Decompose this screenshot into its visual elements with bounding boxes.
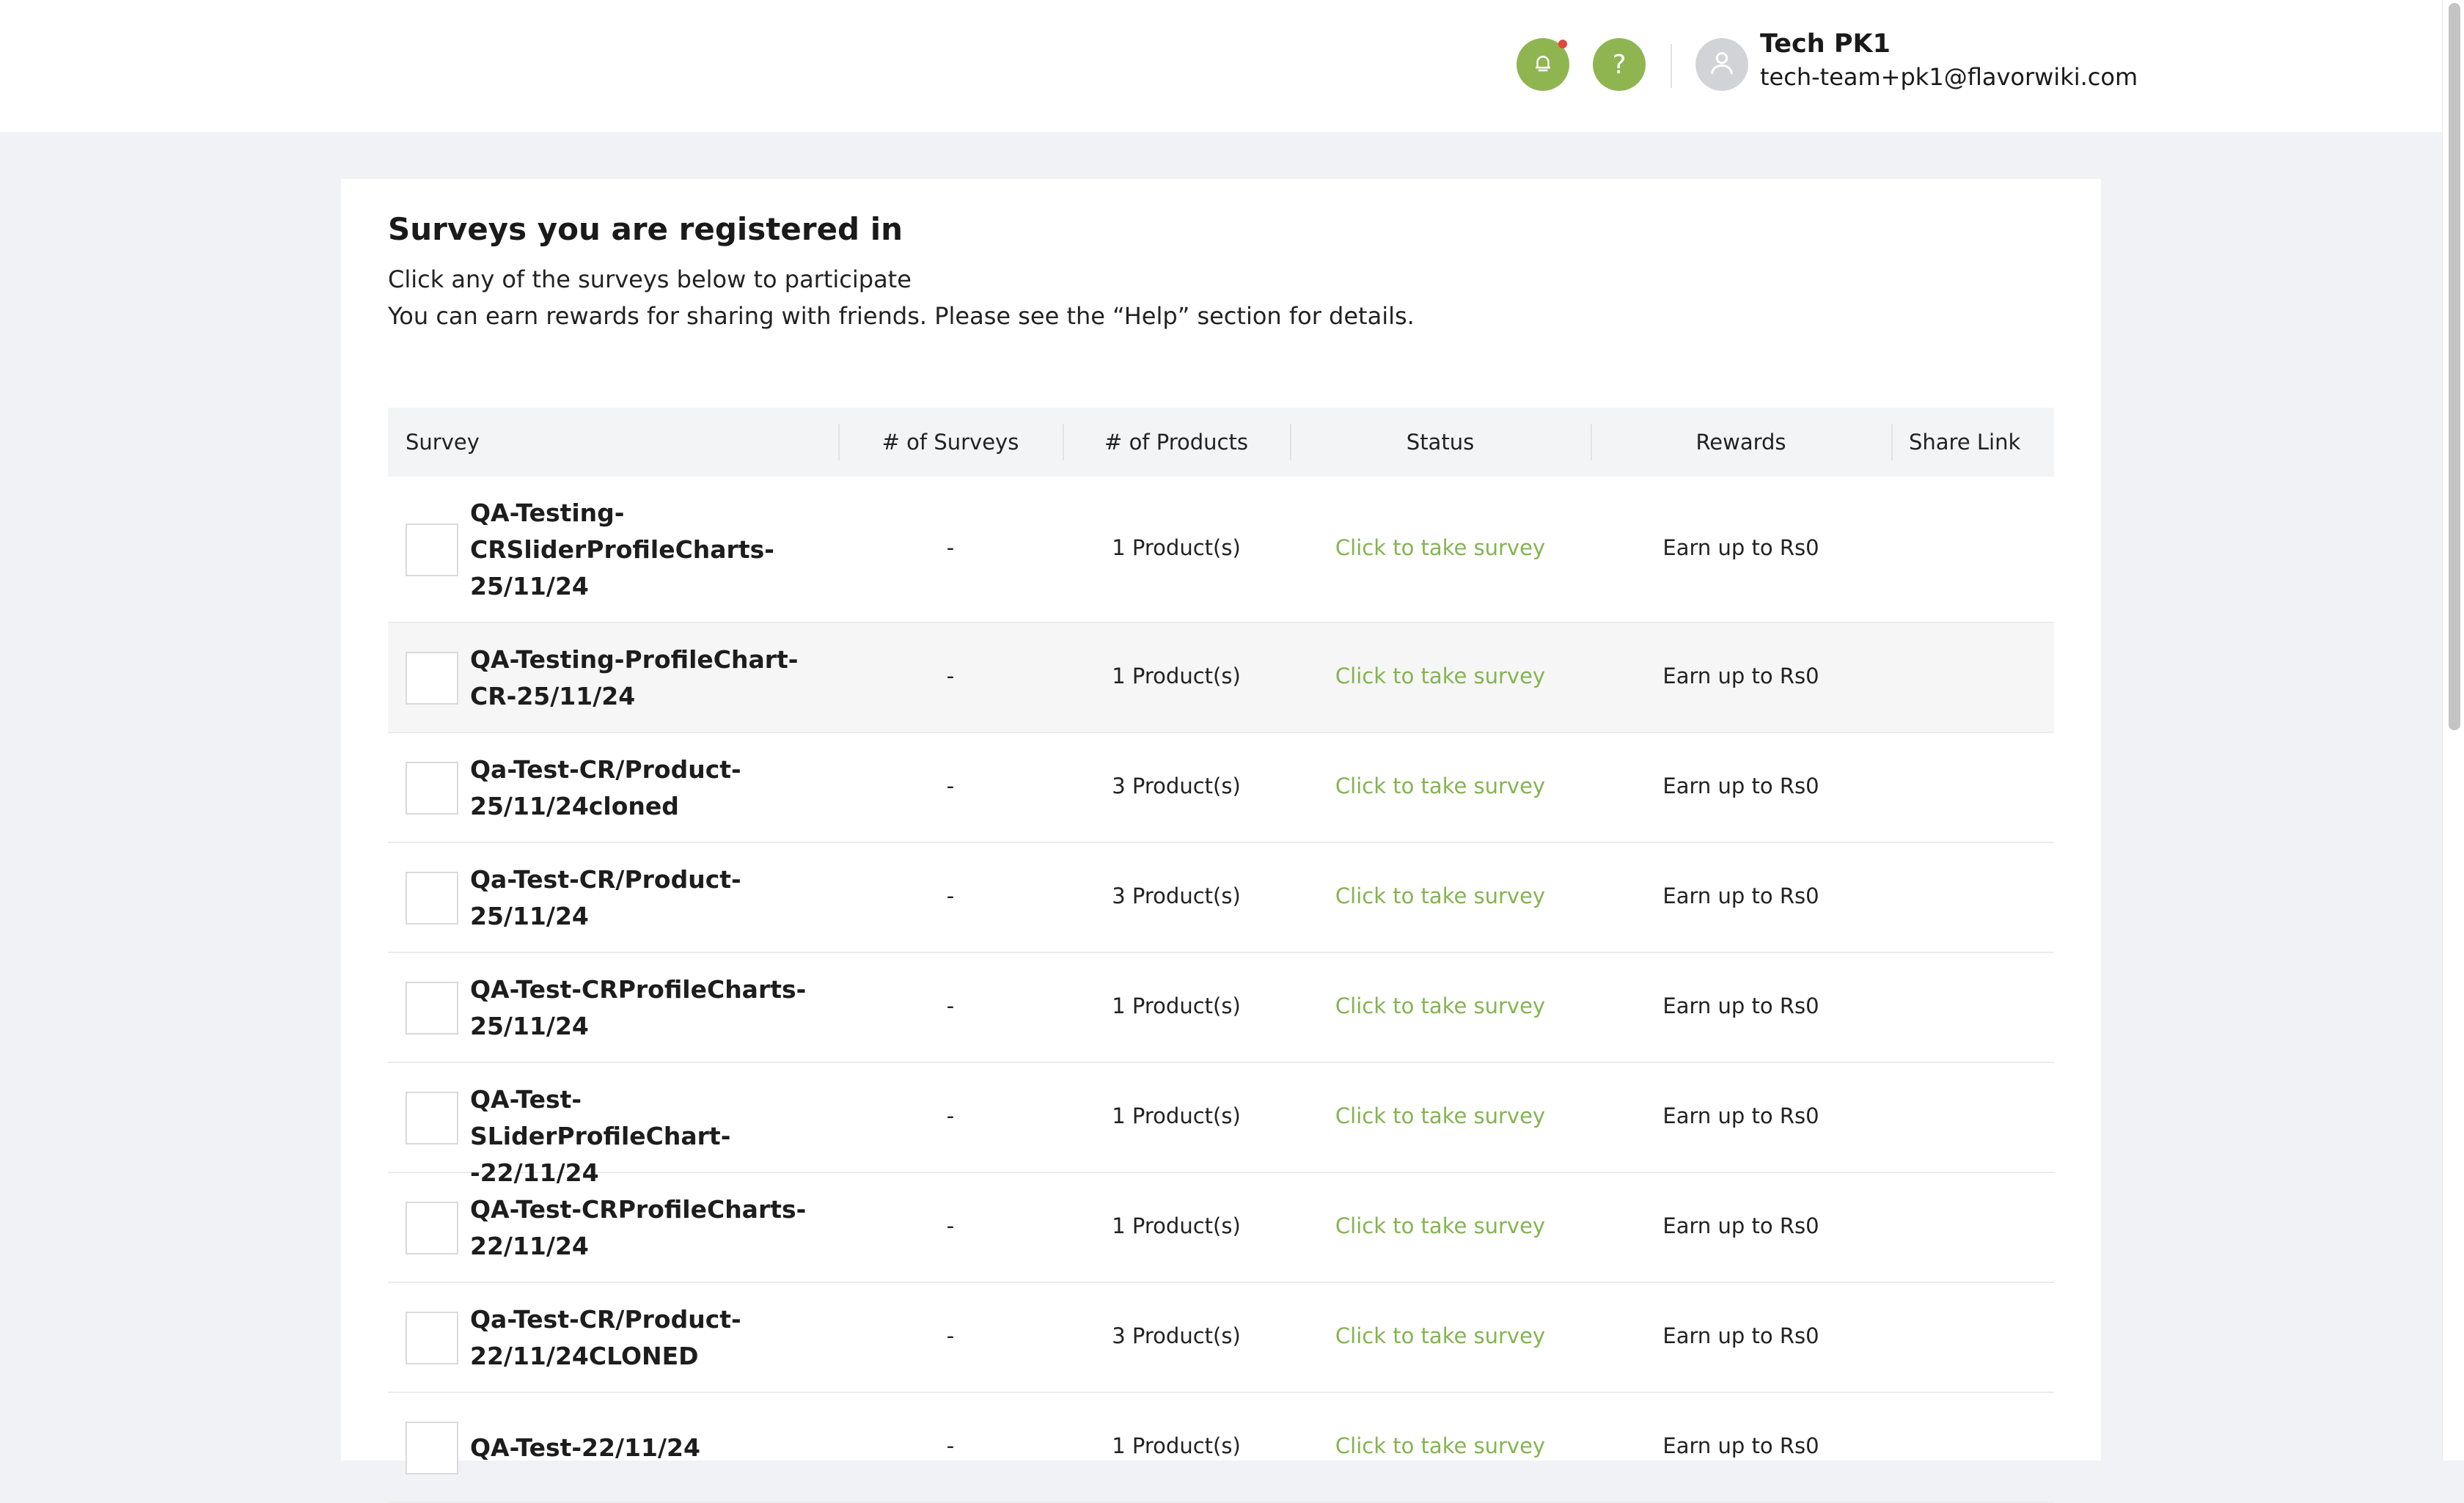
surveys-count: - — [946, 535, 955, 560]
take-survey-link[interactable]: Click to take survey — [1335, 535, 1545, 560]
col-share-link: Share Link — [1909, 430, 2021, 455]
take-survey-link[interactable]: Click to take survey — [1335, 993, 1545, 1018]
surveys-count: - — [946, 1213, 955, 1238]
survey-thumbnail[interactable] — [406, 1312, 458, 1364]
survey-thumbnail[interactable] — [406, 1092, 458, 1144]
user-name: Tech PK1 — [1760, 29, 1891, 59]
table-row[interactable]: QA-Test-CRProfileCharts- 25/11/24 - 1 Produ… — [388, 953, 2054, 1063]
rewards-text: Earn up to Rs0 — [1662, 993, 1819, 1018]
col-survey: Survey — [406, 430, 480, 455]
products-count: 1 Product(s) — [1112, 664, 1241, 688]
rewards-text: Earn up to Rs0 — [1662, 535, 1819, 560]
survey-thumbnail[interactable] — [406, 652, 458, 705]
survey-name[interactable]: QA-Test-22/11/24 — [470, 1430, 837, 1466]
products-count: 1 Product(s) — [1112, 535, 1241, 560]
surveys-card: Surveys you are registered in Click any … — [341, 179, 2101, 1503]
bell-icon — [1532, 52, 1554, 77]
surveys-count: - — [946, 883, 955, 908]
survey-thumbnail[interactable] — [406, 762, 458, 815]
scrollbar-thumb[interactable] — [2449, 3, 2460, 730]
survey-thumbnail[interactable] — [406, 1202, 458, 1254]
surveys-count: - — [946, 993, 955, 1018]
surveys-table: Survey # of Surveys # of Products Status… — [388, 408, 2054, 1503]
products-count: 1 Product(s) — [1112, 993, 1241, 1018]
survey-name[interactable]: Qa-Test-CR/Product- 25/11/24cloned — [470, 752, 837, 825]
survey-name[interactable]: QA-Testing- CRSliderProfileCharts- 25/11/2… — [470, 495, 837, 605]
survey-name[interactable]: QA-Test-CRProfileCharts- 25/11/24 — [470, 971, 837, 1045]
col-rewards: Rewards — [1695, 430, 1786, 455]
take-survey-link[interactable]: Click to take survey — [1335, 773, 1545, 798]
col-status: Status — [1406, 430, 1475, 455]
table-row[interactable]: QA-Test-CRProfileCharts- 22/11/24 - 1 Produ… — [388, 1173, 2054, 1283]
rewards-text: Earn up to Rs0 — [1662, 773, 1819, 798]
products-count: 1 Product(s) — [1112, 1213, 1241, 1238]
take-survey-link[interactable]: Click to take survey — [1335, 1103, 1545, 1128]
help-button[interactable]: ? — [1593, 38, 1646, 91]
survey-thumbnail[interactable] — [406, 523, 458, 576]
survey-thumbnail[interactable] — [406, 1422, 458, 1474]
top-header: ? Tech PK1 tech-team+pk1@flavorwiki.com — [0, 0, 2442, 132]
take-survey-link[interactable]: Click to take survey — [1335, 1433, 1545, 1458]
survey-name[interactable]: Qa-Test-CR/Product- 25/11/24 — [470, 861, 837, 935]
avatar[interactable] — [1695, 38, 1748, 91]
surveys-count: - — [946, 664, 955, 688]
surveys-count: - — [946, 1323, 955, 1348]
survey-thumbnail[interactable] — [406, 872, 458, 925]
surveys-count: - — [946, 1433, 955, 1458]
rewards-text: Earn up to Rs0 — [1662, 883, 1819, 908]
notification-dot — [1558, 40, 1567, 48]
user-icon — [1707, 48, 1737, 81]
table-row[interactable]: Qa-Test-CR/Product- 25/11/24cloned - 3 Prod… — [388, 733, 2054, 843]
table-row[interactable]: QA-Test-22/11/24 - 1 Product(s) Click to ta… — [388, 1393, 2054, 1503]
take-survey-link[interactable]: Click to take survey — [1335, 883, 1545, 908]
column-divider — [1891, 424, 1893, 460]
col-num-products: # of Products — [1104, 430, 1248, 455]
survey-name[interactable]: QA-Testing-ProfileChart- CR-25/11/24 — [470, 642, 837, 715]
page-subtitle: Click any of the surveys below to partic… — [388, 265, 912, 293]
products-count: 3 Product(s) — [1112, 773, 1241, 798]
header-divider — [1671, 44, 1672, 88]
survey-name[interactable]: QA-Test-CRProfileCharts- 22/11/24 — [470, 1191, 837, 1265]
table-row[interactable]: Qa-Test-CR/Product- 22/11/24CLONED - 3 Prod… — [388, 1283, 2054, 1393]
surveys-count: - — [946, 773, 955, 798]
survey-name[interactable]: Qa-Test-CR/Product- 22/11/24CLONED — [470, 1301, 837, 1375]
take-survey-link[interactable]: Click to take survey — [1335, 1323, 1545, 1348]
take-survey-link[interactable]: Click to take survey — [1335, 664, 1545, 688]
products-count: 1 Product(s) — [1112, 1433, 1241, 1458]
question-icon: ? — [1612, 49, 1627, 80]
col-num-surveys: # of Surveys — [881, 430, 1019, 455]
products-count: 1 Product(s) — [1112, 1103, 1241, 1128]
rewards-text: Earn up to Rs0 — [1662, 1433, 1819, 1458]
rewards-text: Earn up to Rs0 — [1662, 1323, 1819, 1348]
user-email: tech-team+pk1@flavorwiki.com — [1760, 63, 2138, 91]
rewards-text: Earn up to Rs0 — [1662, 1213, 1819, 1238]
rewards-text: Earn up to Rs0 — [1662, 1103, 1819, 1128]
table-body: QA-Testing- CRSliderProfileCharts- 25/11/2… — [388, 477, 2054, 1503]
page-scrollbar[interactable] — [2442, 0, 2464, 1460]
table-header: Survey # of Surveys # of Products Status… — [388, 408, 2054, 477]
table-row[interactable]: Qa-Test-CR/Product- 25/11/24 - 3 Product(s)… — [388, 843, 2054, 953]
table-row[interactable]: QA-Testing- CRSliderProfileCharts- 25/11/2… — [388, 477, 2054, 623]
page-title: Surveys you are registered in — [388, 211, 903, 247]
products-count: 3 Product(s) — [1112, 1323, 1241, 1348]
products-count: 3 Product(s) — [1112, 883, 1241, 908]
survey-thumbnail[interactable] — [406, 982, 458, 1035]
surveys-count: - — [946, 1103, 955, 1128]
page-help-note: You can earn rewards for sharing with fr… — [388, 302, 1415, 330]
rewards-text: Earn up to Rs0 — [1662, 664, 1819, 688]
table-row[interactable]: QA-Test-SLiderProfileChart- -22/11/24-1 P… — [388, 1063, 2054, 1187]
take-survey-link[interactable]: Click to take survey — [1335, 1213, 1545, 1238]
table-row[interactable]: QA-Testing-ProfileChart- CR-25/11/24 - 1 Pr… — [388, 623, 2054, 733]
